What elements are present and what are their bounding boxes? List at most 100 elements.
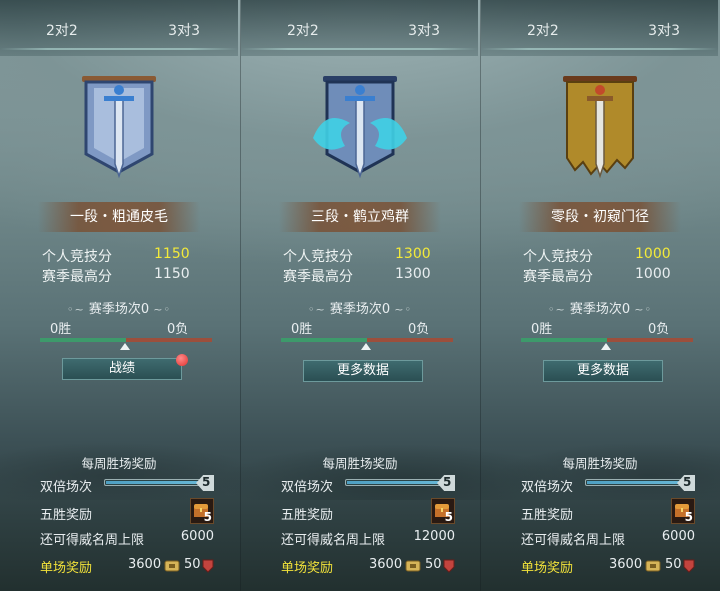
best-score-row: 赛季最高分 1000 (523, 266, 683, 286)
single-honor: 50 (665, 557, 682, 572)
season-matches: ◦~ 赛季场次0 ~◦ (481, 298, 719, 317)
ornament-right-icon: ~◦ (394, 303, 412, 316)
win-loss-marker-icon (601, 343, 611, 350)
crane-banner-sword-icon (313, 76, 407, 179)
single-coins: 3600 (369, 557, 403, 572)
tab-3v3[interactable]: 3对3 (408, 20, 440, 40)
cap-label: 还可得威名周上限 (281, 533, 386, 548)
double-label: 双倍场次 (281, 480, 334, 495)
best-score-label: 赛季最高分 (283, 269, 353, 285)
mode-tabs: 2对2 3对3 (481, 0, 718, 56)
best-score-label: 赛季最高分 (42, 269, 112, 285)
win-loss-marker-icon (361, 343, 371, 350)
mode-tabs: 2对2 3对3 (241, 0, 478, 56)
single-reward-label: 单场奖励 (281, 561, 334, 576)
score-row: 个人竞技分 1150 (42, 246, 202, 266)
tab-divider (481, 48, 718, 50)
best-score-row: 赛季最高分 1150 (42, 266, 202, 286)
double-count: 5 (683, 475, 692, 489)
cap-value: 6000 (661, 529, 695, 544)
ornament-left-icon: ◦~ (67, 303, 85, 316)
coin-icon (164, 560, 180, 572)
ornament-left-icon: ◦~ (548, 303, 566, 316)
double-count: 5 (202, 475, 211, 489)
score-row: 个人竞技分 1300 (283, 246, 443, 266)
coin-icon (405, 560, 421, 572)
tab-2v2[interactable]: 2对2 (46, 20, 78, 40)
double-label: 双倍场次 (40, 480, 93, 495)
five-win-label: 五胜奖励 (40, 508, 93, 523)
weekly-reward-title: 每周胜场奖励 (562, 456, 638, 471)
tab-3v3[interactable]: 3对3 (168, 20, 200, 40)
wins-count: 0胜 (291, 322, 313, 337)
five-win-count: 5 (444, 510, 453, 524)
blue-banner-sword-icon (82, 76, 156, 179)
coin-icon (645, 560, 661, 572)
single-reward-row: 单场奖励 3600 50 (281, 557, 471, 577)
single-reward-row: 单场奖励 3600 50 (40, 557, 230, 577)
season-matches-label: 赛季场次0 (569, 302, 631, 317)
five-win-count: 5 (203, 510, 212, 524)
more-data-button[interactable]: 更多数据 (543, 360, 663, 382)
weekly-reward-title: 每周胜场奖励 (322, 456, 398, 471)
double-label: 双倍场次 (521, 480, 574, 495)
score-label: 个人竞技分 (523, 249, 593, 265)
cap-row: 还可得威名周上限 6000 (40, 529, 220, 549)
score-value: 1150 (154, 246, 190, 262)
single-coins: 3600 (609, 557, 643, 572)
cap-label: 还可得威名周上限 (521, 533, 626, 548)
tab-divider (241, 48, 478, 50)
losses-count: 0负 (408, 322, 430, 337)
single-honor: 50 (425, 557, 442, 572)
ornament-right-icon: ~◦ (153, 303, 171, 316)
honor-shield-icon (683, 559, 695, 573)
win-loss-bar (281, 338, 453, 342)
ranked-panel-1: 2对2 3对3 一段・粗通皮毛 个人竞技分 1150 赛季最高分 1150 ◦~… (0, 0, 238, 591)
rank-title: 一段・粗通皮毛 (38, 202, 200, 232)
score-label: 个人竞技分 (283, 249, 353, 265)
ornament-right-icon: ~◦ (634, 303, 652, 316)
best-score-value: 1150 (154, 266, 190, 282)
rank-title: 三段・鹤立鸡群 (279, 202, 441, 232)
best-score-value: 1300 (395, 266, 431, 282)
double-progress-bar (345, 479, 449, 486)
score-label: 个人竞技分 (42, 249, 112, 265)
best-score-label: 赛季最高分 (523, 269, 593, 285)
honor-shield-icon (202, 559, 214, 573)
single-reward-label: 单场奖励 (521, 561, 574, 576)
win-loss-bar (521, 338, 693, 342)
cap-label: 还可得威名周上限 (40, 533, 145, 548)
tab-2v2[interactable]: 2对2 (287, 20, 319, 40)
wins-count: 0胜 (531, 322, 553, 337)
rank-title: 零段・初窥门径 (519, 202, 681, 232)
tab-3v3[interactable]: 3对3 (648, 20, 680, 40)
treasure-chest-icon[interactable]: 5 (671, 498, 695, 524)
cap-row: 还可得威名周上限 6000 (521, 529, 701, 549)
ornament-left-icon: ◦~ (308, 303, 326, 316)
win-loss-bar (40, 338, 212, 342)
record-button[interactable]: 战绩 (62, 358, 182, 380)
treasure-chest-icon[interactable]: 5 (190, 498, 214, 524)
mode-tabs: 2对2 3对3 (0, 0, 238, 56)
tattered-gold-banner-sword-icon (563, 76, 637, 179)
double-count: 5 (443, 475, 452, 489)
season-matches: ◦~ 赛季场次0 ~◦ (241, 298, 479, 317)
five-win-label: 五胜奖励 (281, 508, 334, 523)
losses-count: 0负 (167, 322, 189, 337)
five-win-count: 5 (684, 510, 693, 524)
losses-count: 0负 (648, 322, 670, 337)
single-coins: 3600 (128, 557, 162, 572)
double-progress-bar (585, 479, 689, 486)
wins-count: 0胜 (50, 322, 72, 337)
tab-2v2[interactable]: 2对2 (527, 20, 559, 40)
score-value: 1000 (635, 246, 671, 262)
treasure-chest-icon[interactable]: 5 (431, 498, 455, 524)
cap-value: 6000 (180, 529, 214, 544)
weekly-reward-title: 每周胜场奖励 (81, 456, 157, 471)
five-win-label: 五胜奖励 (521, 508, 574, 523)
ranked-panel-3: 2对2 3对3 零段・初窥门径 个人竞技分 1000 赛季最高分 1000 ◦~… (480, 0, 718, 591)
double-progress-bar (104, 479, 208, 486)
cap-value: 12000 (413, 529, 455, 544)
more-data-button[interactable]: 更多数据 (303, 360, 423, 382)
season-matches: ◦~ 赛季场次0 ~◦ (0, 298, 238, 317)
